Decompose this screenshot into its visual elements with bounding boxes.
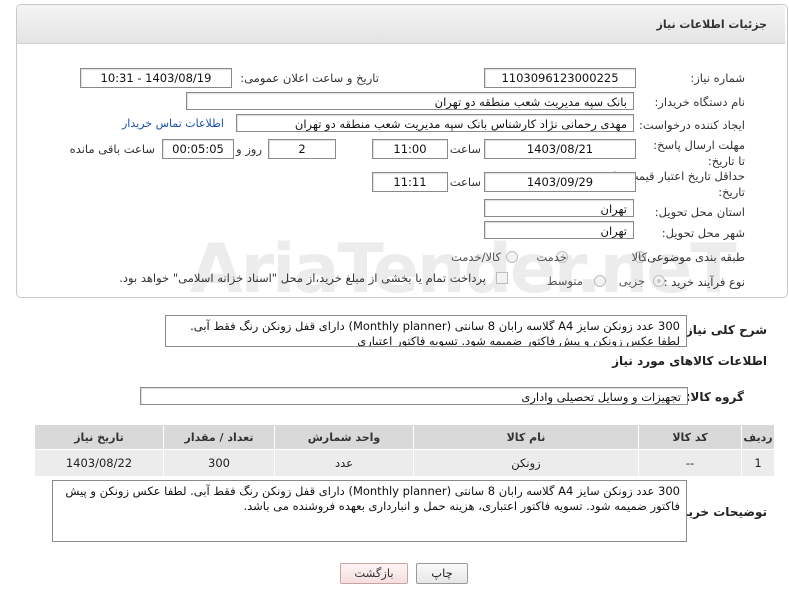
cell-code: -- bbox=[638, 449, 742, 477]
reply-date-field: 1403/08/21 bbox=[484, 139, 636, 159]
buyer-org-label: نام دستگاه خریدار: bbox=[654, 95, 745, 109]
purchase-radio-minor[interactable] bbox=[653, 275, 665, 287]
col-unit: واحد شمارش bbox=[274, 424, 414, 450]
description-textarea: 300 عدد زونکن سایز A4 گلاسه رابان 8 سانت… bbox=[165, 315, 687, 347]
announce-label: تاریخ و ساعت اعلان عمومی: bbox=[240, 71, 379, 85]
description-label: شرح کلی نیاز: bbox=[681, 323, 767, 337]
reply-deadline-label: مهلت ارسال پاسخ: تا تاریخ: bbox=[653, 138, 745, 168]
col-qty: تعداد / مقدار bbox=[163, 424, 275, 450]
remaining-label: ساعت باقی مانده bbox=[69, 142, 155, 156]
back-button[interactable]: بازگشت bbox=[340, 563, 408, 584]
remaining-time-field: 00:05:05 bbox=[162, 139, 234, 159]
requester-label: ایجاد کننده درخواست: bbox=[639, 118, 745, 132]
days-label: روز و bbox=[236, 142, 262, 156]
cell-date: 1403/08/22 bbox=[34, 449, 164, 477]
print-button[interactable]: چاپ bbox=[416, 563, 468, 584]
col-name: نام کالا bbox=[413, 424, 639, 450]
goods-table-header: ردیف کد کالا نام کالا واحد شمارش تعداد /… bbox=[34, 424, 775, 450]
category-option-both: کالا/خدمت bbox=[450, 250, 501, 264]
city-field: تهران bbox=[484, 221, 634, 239]
reply-time-label: ساعت bbox=[449, 142, 481, 156]
col-row: ردیف bbox=[741, 424, 775, 450]
goods-group-label: گروه کالا: bbox=[685, 390, 744, 404]
goods-section-title: اطلاعات کالاهای مورد نیاز bbox=[612, 354, 767, 368]
cell-name: زونکن bbox=[413, 449, 639, 477]
price-time-field: 11:11 bbox=[372, 172, 448, 192]
treasury-note: پرداخت تمام یا بخشی از مبلغ خرید،از محل … bbox=[119, 271, 486, 285]
buyer-org-field: بانک سپه مدیریت شعب منطقه دو تهران bbox=[186, 92, 634, 110]
goods-table: ردیف کد کالا نام کالا واحد شمارش تعداد /… bbox=[34, 424, 775, 477]
price-time-label: ساعت bbox=[449, 175, 481, 189]
price-date-field: 1403/09/29 bbox=[484, 172, 636, 192]
treasury-checkbox[interactable] bbox=[496, 272, 508, 284]
cell-row: 1 bbox=[741, 449, 775, 477]
col-date: تاریخ نیاز bbox=[34, 424, 164, 450]
need-number-label: شماره نیاز: bbox=[690, 71, 745, 85]
col-code: کد کالا bbox=[638, 424, 742, 450]
city-label: شهر محل تحویل: bbox=[661, 226, 745, 240]
buyer-contact-link[interactable]: اطلاعات تماس خریدار bbox=[122, 117, 224, 130]
need-number-field: 1103096123000225 bbox=[484, 68, 636, 88]
category-option-goods: کالا bbox=[631, 250, 647, 264]
requester-field: مهدی رحمانی نژاد کارشناس بانک سپه مدیریت… bbox=[236, 114, 634, 132]
purchase-option-minor: جزیی bbox=[618, 274, 645, 288]
buyer-notes-textarea: 300 عدد زونکن سایز A4 گلاسه رابان 8 سانت… bbox=[52, 480, 687, 542]
purchase-radio-medium[interactable] bbox=[594, 275, 606, 287]
days-field: 2 bbox=[268, 139, 336, 159]
page-title: جزئیات اطلاعات نیاز bbox=[656, 18, 768, 31]
category-label: طبقه بندی موضوعی: bbox=[643, 250, 745, 264]
reply-time-field: 11:00 bbox=[372, 139, 448, 159]
province-field: تهران bbox=[484, 199, 634, 217]
cell-qty: 300 bbox=[163, 449, 275, 477]
goods-group-field: تجهیزات و وسایل تحصیلی واداری bbox=[140, 387, 688, 405]
category-option-service: خدمت bbox=[536, 250, 567, 264]
purchase-type-label: نوع فرآیند خرید : bbox=[663, 275, 745, 289]
purchase-option-medium: متوسط bbox=[546, 274, 583, 288]
watermark-logo: AriaTender.neT bbox=[190, 230, 737, 309]
province-label: استان محل تحویل: bbox=[654, 205, 745, 219]
cell-unit: عدد bbox=[274, 449, 414, 477]
table-row: 1 -- زونکن عدد 300 1403/08/22 bbox=[34, 449, 775, 477]
announce-field: 1403/08/19 - 10:31 bbox=[80, 68, 232, 88]
category-radio-both[interactable] bbox=[506, 251, 518, 263]
